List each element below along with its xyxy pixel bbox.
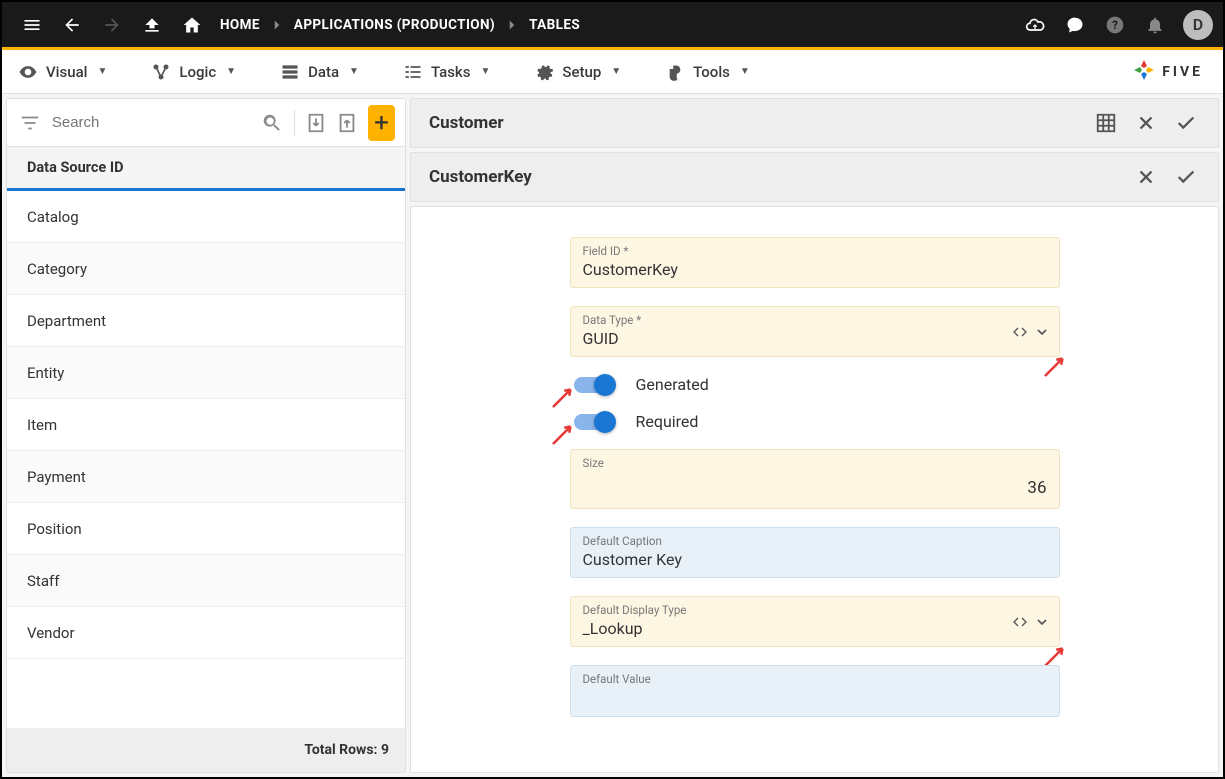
close-icon[interactable]	[1126, 166, 1166, 188]
list-item[interactable]: Category	[7, 243, 405, 295]
add-button[interactable]: +	[368, 105, 395, 141]
field-id-label: Field ID *	[583, 244, 1047, 258]
menu-tasks[interactable]: Tasks▼	[395, 56, 498, 88]
list-footer: Total Rows: 9	[7, 728, 405, 772]
download-icon[interactable]	[302, 112, 329, 134]
size-field[interactable]: Size 36	[570, 449, 1060, 509]
svg-text:?: ?	[1112, 18, 1118, 32]
caption-label: Default Caption	[583, 534, 1047, 548]
check-icon[interactable]	[1166, 112, 1206, 134]
default-value-label: Default Value	[583, 672, 1047, 686]
field-id-value: CustomerKey	[583, 260, 1047, 279]
field-id[interactable]: Field ID * CustomerKey	[570, 237, 1060, 288]
top-bar: HOME APPLICATIONS (PRODUCTION) TABLES ? …	[2, 2, 1223, 50]
back-icon[interactable]	[52, 5, 92, 45]
brand-logo: FIVE	[1132, 58, 1215, 86]
grid-icon[interactable]	[1086, 112, 1126, 134]
required-toggle[interactable]	[574, 414, 614, 430]
list-item[interactable]: Entity	[7, 347, 405, 399]
breadcrumb-home[interactable]: HOME	[212, 17, 268, 33]
caption-field[interactable]: Default Caption Customer Key	[570, 527, 1060, 578]
breadcrumb-tables[interactable]: TABLES	[521, 17, 588, 33]
display-type-value: _Lookup	[583, 619, 1047, 638]
list: Catalog Category Department Entity Item …	[7, 191, 405, 728]
list-item[interactable]: Department	[7, 295, 405, 347]
brand-text: FIVE	[1162, 64, 1203, 80]
search-icon[interactable]	[259, 112, 286, 134]
menu-visual-label: Visual	[46, 63, 87, 81]
list-item[interactable]: Vendor	[7, 607, 405, 659]
search-input[interactable]	[48, 110, 255, 135]
avatar[interactable]: D	[1183, 10, 1213, 40]
list-item[interactable]: Position	[7, 503, 405, 555]
generated-toggle-row: Generated	[570, 375, 1060, 394]
footer-count: 9	[381, 742, 389, 758]
check-icon[interactable]	[1166, 166, 1206, 188]
panel-title-2: CustomerKey	[423, 167, 1126, 187]
list-item[interactable]: Item	[7, 399, 405, 451]
chat-icon[interactable]	[1055, 5, 1095, 45]
forward-icon	[92, 5, 132, 45]
footer-label: Total Rows:	[304, 742, 377, 758]
display-type-label: Default Display Type	[583, 603, 1047, 617]
chevron-down-icon[interactable]	[1034, 324, 1050, 340]
upload-icon[interactable]	[333, 112, 360, 134]
menu-logic-label: Logic	[179, 63, 216, 81]
help-icon[interactable]: ?	[1095, 5, 1135, 45]
column-header[interactable]: Data Source ID	[7, 147, 405, 191]
menu-data[interactable]: Data▼	[272, 56, 367, 88]
default-value-value	[583, 688, 1047, 708]
code-icon[interactable]	[1012, 614, 1028, 630]
menu-logic[interactable]: Logic▼	[143, 56, 244, 88]
menu-setup-label: Setup	[562, 63, 601, 81]
required-toggle-row: Required	[570, 412, 1060, 431]
default-value-field[interactable]: Default Value	[570, 665, 1060, 717]
size-label: Size	[583, 456, 1047, 470]
panel-header-2: CustomerKey	[410, 152, 1219, 202]
main-panel: Customer CustomerKey Field ID * Customer…	[410, 98, 1219, 773]
bell-icon[interactable]	[1135, 5, 1175, 45]
caption-value: Customer Key	[583, 550, 1047, 569]
menu-setup[interactable]: Setup▼	[526, 56, 629, 88]
cloud-sync-icon[interactable]	[1015, 5, 1055, 45]
menu-icon[interactable]	[12, 5, 52, 45]
panel-title-1: Customer	[423, 113, 1086, 133]
close-icon[interactable]	[1126, 112, 1166, 134]
list-item[interactable]: Catalog	[7, 191, 405, 243]
generated-toggle[interactable]	[574, 377, 614, 393]
menu-tasks-label: Tasks	[431, 63, 471, 81]
data-type-value: GUID	[583, 329, 1047, 348]
data-type-field[interactable]: Data Type * GUID	[570, 306, 1060, 357]
panel-header-1: Customer	[410, 98, 1219, 148]
chevron-down-icon[interactable]	[1034, 614, 1050, 630]
list-item[interactable]: Payment	[7, 451, 405, 503]
size-value: 36	[583, 472, 1047, 500]
display-type-field[interactable]: Default Display Type _Lookup	[570, 596, 1060, 647]
form-body: Field ID * CustomerKey Data Type * GUID	[410, 206, 1219, 773]
filter-icon[interactable]	[17, 112, 44, 134]
up-icon[interactable]	[132, 5, 172, 45]
menu-tools[interactable]: Tools▼	[657, 56, 758, 88]
code-icon[interactable]	[1012, 324, 1028, 340]
data-type-label: Data Type *	[583, 313, 1047, 327]
list-item[interactable]: Staff	[7, 555, 405, 607]
menu-visual[interactable]: Visual▼	[10, 56, 115, 88]
breadcrumb-apps[interactable]: APPLICATIONS (PRODUCTION)	[286, 17, 503, 33]
generated-label: Generated	[636, 375, 709, 394]
sidebar: + Data Source ID Catalog Category Depart…	[6, 98, 406, 773]
menu-data-label: Data	[308, 63, 339, 81]
menu-bar: Visual▼ Logic▼ Data▼ Tasks▼ Setup▼ Tools…	[2, 50, 1223, 94]
chevron-right-icon	[268, 15, 286, 35]
chevron-right-icon	[503, 15, 521, 35]
required-label: Required	[636, 412, 699, 431]
menu-tools-label: Tools	[693, 63, 730, 81]
home-icon[interactable]	[172, 5, 212, 45]
